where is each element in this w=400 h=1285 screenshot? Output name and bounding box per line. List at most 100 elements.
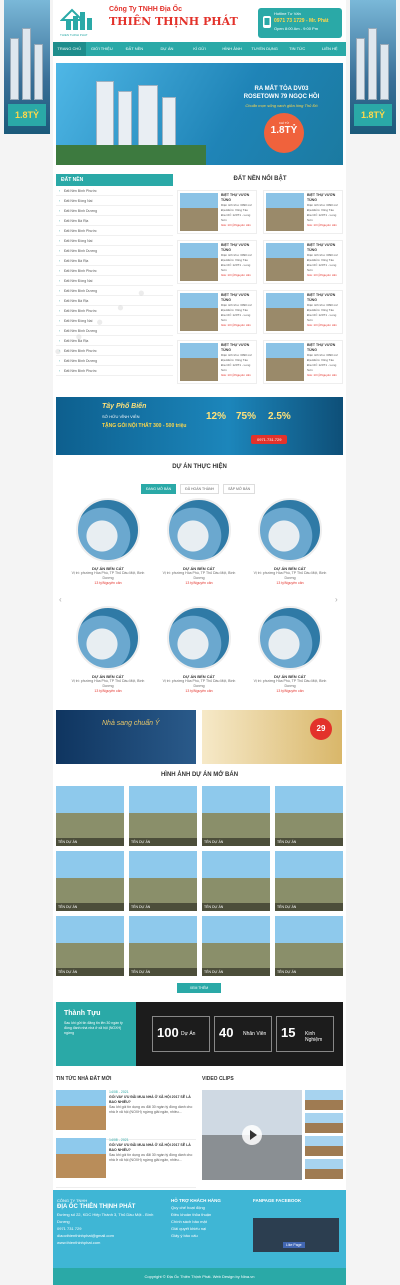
tab-completed[interactable]: ĐÃ HOÀN THÀNH	[180, 484, 220, 494]
nav-news[interactable]: TIN TỨC	[281, 42, 314, 56]
news-headline[interactable]: GÓI VAY ƯU ĐÃI MUA NHÀ Ở XÃ HỘI 2017 SẼ …	[109, 1095, 196, 1105]
video-thumb[interactable]	[305, 1090, 343, 1110]
support-link[interactable]: Giấy ý bảo cấu	[171, 1232, 249, 1239]
side-banner-left[interactable]: 1.8TỶ	[4, 0, 50, 134]
sidebar-item[interactable]: Đất Nền Bình Phước	[56, 266, 173, 276]
video-thumb[interactable]	[305, 1136, 343, 1156]
project-image[interactable]	[167, 498, 231, 562]
featured-card[interactable]: BIỆT THỰ VƯỜN TÙNG Diện tích khu: 3090 m…	[263, 240, 343, 284]
next-arrow-icon[interactable]: ›	[335, 595, 338, 604]
support-link[interactable]: Chính sách bảo mật	[171, 1218, 249, 1225]
gallery-item[interactable]: TÊN DỰ ÁN	[202, 916, 270, 976]
nav-careers[interactable]: TUYỂN DỤNG	[248, 42, 281, 56]
featured-title-text[interactable]: BIỆT THỰ VƯỜN TÙNG	[221, 293, 254, 303]
prev-arrow-icon[interactable]: ‹	[59, 595, 62, 604]
nav-contact[interactable]: LIÊN HỆ	[314, 42, 347, 56]
nav-about[interactable]: GIỚI THIỆU	[86, 42, 119, 56]
featured-image[interactable]	[180, 193, 218, 231]
facebook-widget[interactable]: Like Page	[253, 1218, 339, 1252]
sidebar-item[interactable]: Đất Nền Bình Phước	[56, 306, 173, 316]
ad-left[interactable]: Nhà sang chuẩn Ý	[56, 710, 196, 764]
sidebar-item[interactable]: Đất Nền Bình Dương	[56, 326, 173, 336]
tab-selling[interactable]: ĐANG MỞ BÁN	[141, 484, 177, 494]
sidebar-item[interactable]: Đất Nền Đồng Nai	[56, 316, 173, 326]
project-card[interactable]: DỰ ÁN BẾN CÁT Vị trí: phường Hòa Phú, TP…	[250, 498, 330, 585]
featured-image[interactable]	[180, 293, 218, 331]
gallery-item[interactable]: TÊN DỰ ÁN	[275, 851, 343, 911]
sidebar-item[interactable]: Đất Nền Bình Dương	[56, 286, 173, 296]
project-card[interactable]: DỰ ÁN BẾN CÁT Vị trí: phường Hòa Phú, TP…	[159, 498, 239, 585]
featured-title-text[interactable]: BIỆT THỰ VƯỜN TÙNG	[307, 193, 340, 203]
project-card[interactable]: DỰ ÁN BẾN CÁT Vị trí: phường Hòa Phú, TP…	[159, 606, 239, 693]
sidebar-item[interactable]: Đất Nền Bà Rịa	[56, 256, 173, 266]
sidebar-item[interactable]: Đất Nền Bình Phước	[56, 186, 173, 196]
gallery-item[interactable]: TÊN DỰ ÁN	[275, 916, 343, 976]
sidebar-item[interactable]: Đất Nền Đồng Nai	[56, 276, 173, 286]
project-card[interactable]: DỰ ÁN BẾN CÁT Vị trí: phường Hòa Phú, TP…	[68, 606, 148, 693]
footer-website[interactable]: www.thienthinhphat.com	[57, 1239, 167, 1246]
gallery-item[interactable]: TÊN DỰ ÁN	[56, 851, 124, 911]
gallery-item[interactable]: TÊN DỰ ÁN	[202, 851, 270, 911]
featured-image[interactable]	[266, 243, 304, 281]
logo-icon[interactable]	[60, 6, 96, 32]
gallery-item[interactable]: TÊN DỰ ÁN	[56, 786, 124, 846]
project-image[interactable]	[76, 498, 140, 562]
news-item[interactable]: 14/08 - 2021 GÓI VAY ƯU ĐÃI MUA NHÀ Ở XÃ …	[56, 1138, 196, 1188]
gallery-item[interactable]: TÊN DỰ ÁN	[202, 786, 270, 846]
featured-title-text[interactable]: BIỆT THỰ VƯỜN TÙNG	[307, 343, 340, 353]
sidebar-item[interactable]: Đất Nền Bình Phước	[56, 366, 173, 376]
gallery-item[interactable]: TÊN DỰ ÁN	[129, 916, 197, 976]
video-thumb[interactable]	[305, 1113, 343, 1133]
view-more-button[interactable]: XEM THÊM	[177, 983, 221, 993]
sidebar-item[interactable]: Đất Nền Bình Phước	[56, 226, 173, 236]
hotline-box[interactable]: Hotline Tư Vấn 0971 73 1729 - Mr. Phát O…	[258, 8, 342, 38]
nav-consign[interactable]: KÍ GỬI	[183, 42, 216, 56]
gallery-item[interactable]: TÊN DỰ ÁN	[129, 786, 197, 846]
project-image[interactable]	[76, 606, 140, 670]
promo-phone[interactable]: 0971.731.729	[251, 435, 288, 444]
gallery-item[interactable]: TÊN DỰ ÁN	[56, 916, 124, 976]
gallery-item[interactable]: TÊN DỰ ÁN	[129, 851, 197, 911]
news-thumbnail[interactable]	[56, 1090, 106, 1130]
featured-image[interactable]	[266, 193, 304, 231]
news-thumbnail[interactable]	[56, 1138, 106, 1178]
footer-email[interactable]: diaocthienthinhphat@gmail.com	[57, 1232, 167, 1239]
featured-image[interactable]	[266, 343, 304, 381]
fb-like-button[interactable]: Like Page	[283, 1242, 305, 1248]
featured-title-text[interactable]: BIỆT THỰ VƯỜN TÙNG	[307, 243, 340, 253]
project-card[interactable]: DỰ ÁN BẾN CÁT Vị trí: phường Hòa Phú, TP…	[68, 498, 148, 585]
video-thumb[interactable]	[305, 1159, 343, 1179]
hero-banner[interactable]: RA MẮT TÒA DV03 ROSETOWN 79 NGỌC HỒI Chuẩ…	[56, 63, 343, 165]
sidebar-item[interactable]: Đất Nền Bà Rịa	[56, 216, 173, 226]
footer-phone[interactable]: 0971 731 729	[57, 1225, 167, 1232]
featured-card[interactable]: BIỆT THỰ VƯỜN TÙNG Diện tích khu: 3090 m…	[263, 290, 343, 334]
featured-card[interactable]: BIỆT THỰ VƯỜN TÙNG Diện tích khu: 3090 m…	[177, 190, 257, 234]
ad-right[interactable]: 29	[202, 710, 342, 764]
sidebar-item[interactable]: Đất Nền Bình Dương	[56, 356, 173, 366]
sidebar-item[interactable]: Đất Nền Bà Rịa	[56, 336, 173, 346]
featured-card[interactable]: BIỆT THỰ VƯỜN TÙNG Diện tích khu: 3090 m…	[177, 340, 257, 384]
sidebar-item[interactable]: Đất Nền Bình Dương	[56, 246, 173, 256]
sidebar-item[interactable]: Đất Nền Bà Rịa	[56, 296, 173, 306]
featured-title-text[interactable]: BIỆT THỰ VƯỜN TÙNG	[221, 243, 254, 253]
tab-upcoming[interactable]: SẮP MỞ BÁN	[223, 484, 256, 494]
support-link[interactable]: Quy chế hoạt động	[171, 1204, 249, 1211]
nav-gallery[interactable]: HÌNH ẢNH	[216, 42, 249, 56]
side-banner-right[interactable]: 1.8TỶ	[350, 0, 396, 134]
featured-card[interactable]: BIỆT THỰ VƯỜN TÙNG Diện tích khu: 3090 m…	[263, 190, 343, 234]
featured-card[interactable]: BIỆT THỰ VƯỜN TÙNG Diện tích khu: 3090 m…	[263, 340, 343, 384]
project-card[interactable]: DỰ ÁN BẾN CÁT Vị trí: phường Hòa Phú, TP…	[250, 606, 330, 693]
featured-image[interactable]	[180, 243, 218, 281]
promo-banner[interactable]: Tây Phố Biển SỞ HỮU VĨNH VIỄN TẶNG GÓI N…	[56, 397, 343, 455]
sidebar-item[interactable]: Đất Nền Đồng Nai	[56, 196, 173, 206]
featured-image[interactable]	[266, 293, 304, 331]
news-item[interactable]: 14/08 - 2021 GÓI VAY ƯU ĐÃI MUA NHÀ Ở XÃ …	[56, 1090, 196, 1140]
featured-title-text[interactable]: BIỆT THỰ VƯỜN TÙNG	[307, 293, 340, 303]
gallery-item[interactable]: TÊN DỰ ÁN	[275, 786, 343, 846]
project-image[interactable]	[258, 606, 322, 670]
sidebar-item[interactable]: Đất Nền Bình Phước	[56, 346, 173, 356]
project-image[interactable]	[258, 498, 322, 562]
play-icon[interactable]	[242, 1125, 262, 1145]
nav-land[interactable]: ĐẤT NỀN	[118, 42, 151, 56]
video-player[interactable]	[202, 1090, 302, 1180]
